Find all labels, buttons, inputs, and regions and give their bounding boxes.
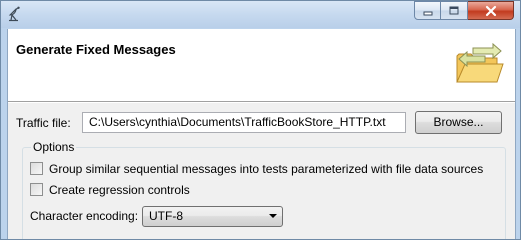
window-caption-buttons [414,1,514,21]
minimize-button[interactable] [414,1,441,20]
close-icon [485,5,496,16]
regression-controls-checkbox[interactable] [30,183,43,196]
minimize-icon [423,11,432,15]
title-bar[interactable] [1,1,520,28]
options-legend: Options [31,140,77,154]
regression-controls-label[interactable]: Create regression controls [49,183,190,197]
folder-exchange-icon [456,42,504,83]
satellite-dish-icon [8,6,20,22]
group-similar-label[interactable]: Group similar sequential messages into t… [49,162,483,176]
traffic-file-label: Traffic file: [16,116,71,130]
browse-button[interactable]: Browse... [415,111,502,134]
maximize-button[interactable] [441,1,468,20]
character-encoding-select[interactable]: UTF-8 [142,206,283,227]
character-encoding-value: UTF-8 [149,209,183,223]
close-button[interactable] [468,1,514,20]
character-encoding-label: Character encoding: [30,209,139,223]
traffic-file-input[interactable]: C:\Users\cynthia\Documents\TrafficBookSt… [82,112,406,133]
dialog-body: Generate Fixed Messages Traffic file: C:… [7,29,516,239]
dialog-window: Generate Fixed Messages Traffic file: C:… [0,0,521,240]
group-similar-checkbox[interactable] [30,162,43,175]
maximize-icon [449,6,459,14]
dialog-title: Generate Fixed Messages [16,42,176,57]
dialog-header: Generate Fixed Messages [8,29,515,102]
chevron-down-icon [269,214,277,218]
header-divider [8,102,515,103]
